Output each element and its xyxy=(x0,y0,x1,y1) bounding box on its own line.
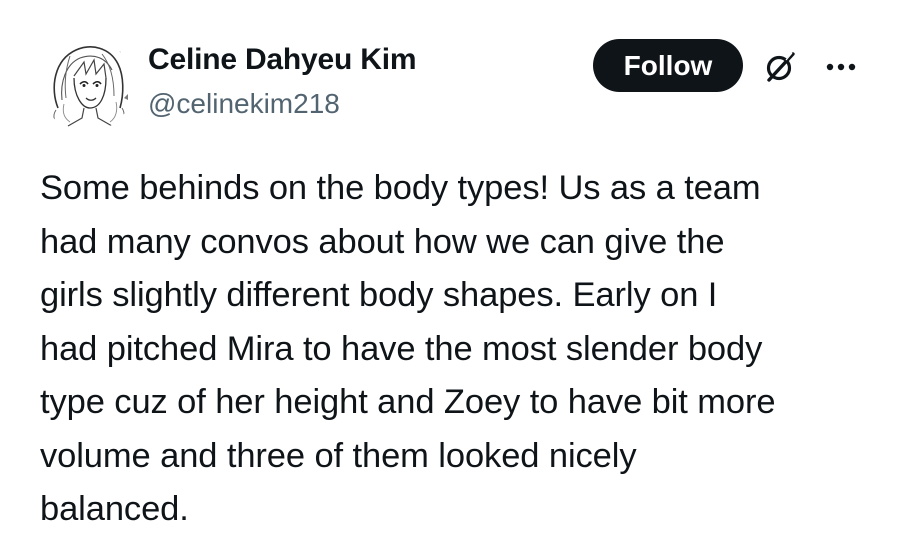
tweet-header: Celine Dahyeu Kim @celinekim218 Follow xyxy=(40,38,870,138)
grok-icon[interactable] xyxy=(760,47,800,87)
follow-button[interactable]: Follow xyxy=(593,39,743,92)
author-handle[interactable]: @celinekim218 xyxy=(148,88,340,120)
ellipsis-glyph xyxy=(826,63,856,71)
grok-glyph xyxy=(766,52,795,82)
tweet-card: Celine Dahyeu Kim @celinekim218 Follow S… xyxy=(0,0,900,554)
sketch-portrait-icon xyxy=(40,38,134,132)
author-display-name[interactable]: Celine Dahyeu Kim xyxy=(148,43,417,77)
more-options-icon[interactable] xyxy=(821,47,861,87)
avatar[interactable] xyxy=(40,38,134,132)
tweet-text: Some behinds on the body types! Us as a … xyxy=(40,169,776,528)
